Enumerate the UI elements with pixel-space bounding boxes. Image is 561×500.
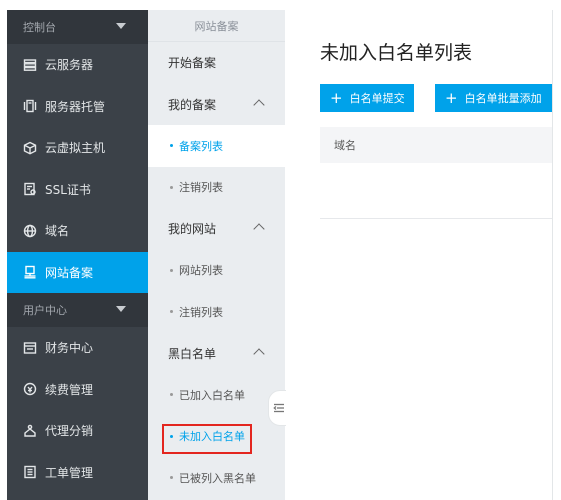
sidebar-item-label: 续费管理 bbox=[45, 382, 94, 397]
submenu-label: 注销列表 bbox=[179, 305, 223, 319]
submenu-group-my-filing[interactable]: 我的备案 bbox=[148, 84, 285, 126]
chevron-up-icon bbox=[253, 223, 265, 235]
submenu-item-filing-list[interactable]: 备案列表 bbox=[148, 125, 285, 167]
collapse-menu-icon bbox=[273, 403, 284, 413]
table-header-row: 域名 bbox=[320, 127, 552, 163]
submenu-label: 已加入白名单 bbox=[179, 388, 245, 402]
sidebar-item-label: 财务中心 bbox=[45, 341, 94, 356]
sidebar-item-ssl[interactable]: SSL证书 bbox=[7, 169, 148, 211]
server-hosting-icon bbox=[23, 99, 37, 113]
sidebar-item-label: 工单管理 bbox=[45, 465, 94, 480]
caret-down-icon bbox=[116, 306, 126, 312]
agent-icon bbox=[23, 424, 37, 438]
submenu-label: 网站列表 bbox=[179, 264, 223, 278]
main-sidebar: 控制台 云服务器 服务器托管 云虚拟主机 SSL证书 域名 网站备案 用户中心 … bbox=[7, 10, 148, 500]
sidebar-item-label: SSL证书 bbox=[45, 182, 91, 197]
submenu-label: 备案列表 bbox=[179, 139, 223, 153]
submenu-group-my-site[interactable]: 我的网站 bbox=[148, 208, 285, 250]
plus-icon: + bbox=[445, 88, 458, 107]
sidebar-item-cloud-server[interactable]: 云服务器 bbox=[7, 44, 148, 86]
filing-icon bbox=[23, 265, 37, 279]
sidebar-item-virtual-host[interactable]: 云虚拟主机 bbox=[7, 127, 148, 169]
globe-icon bbox=[23, 224, 37, 238]
sidebar-section-label: 控制台 bbox=[23, 21, 56, 34]
button-label: 白名单提交 bbox=[349, 92, 405, 105]
submenu-label: 未加入白名单 bbox=[179, 430, 245, 444]
sidebar-item-label: 域名 bbox=[45, 224, 70, 239]
certificate-icon bbox=[23, 182, 37, 196]
submenu-item-not-added-whitelist[interactable]: 未加入白名单 bbox=[148, 416, 285, 458]
bullet-icon bbox=[170, 144, 173, 148]
caret-down-icon bbox=[116, 23, 126, 29]
submenu-item-site-cancel-list[interactable]: 注销列表 bbox=[148, 291, 285, 333]
server-list-icon bbox=[23, 58, 37, 72]
chevron-up-icon bbox=[253, 98, 265, 111]
bullet-icon bbox=[170, 476, 173, 480]
button-label: 白名单批量添加 bbox=[464, 92, 542, 105]
bullet-icon bbox=[170, 310, 173, 314]
sidebar-item-label: 网站备案 bbox=[45, 265, 94, 280]
chevron-up-icon bbox=[253, 347, 265, 360]
table-header-domain: 域名 bbox=[334, 139, 356, 152]
sidebar-item-finance[interactable]: 财务中心 bbox=[7, 327, 148, 369]
sidebar-section-console[interactable]: 控制台 bbox=[7, 10, 148, 44]
sidebar-item-label: 服务器托管 bbox=[45, 99, 106, 114]
submenu-item-filing-cancel-list[interactable]: 注销列表 bbox=[148, 167, 285, 209]
cube-icon bbox=[23, 141, 37, 155]
renewal-icon bbox=[23, 382, 37, 396]
sidebar-item-renewal[interactable]: 续费管理 bbox=[7, 369, 148, 411]
right-divider bbox=[552, 10, 553, 500]
submenu-group-black-white-list[interactable]: 黑白名单 bbox=[148, 333, 285, 375]
whitelist-submit-button[interactable]: + 白名单提交 bbox=[320, 84, 414, 112]
submenu-label: 我的备案 bbox=[168, 97, 217, 112]
bullet-icon bbox=[170, 185, 173, 189]
bullet-icon bbox=[170, 434, 173, 438]
submenu-item-added-whitelist[interactable]: 已加入白名单 bbox=[148, 374, 285, 416]
submenu-item-blacklisted[interactable]: 已被列入黑名单 bbox=[148, 457, 285, 499]
table-empty-body bbox=[320, 163, 552, 219]
whitelist-batch-add-button[interactable]: + 白名单批量添加 bbox=[435, 84, 552, 112]
sidebar-item-website-filing[interactable]: 网站备案 bbox=[7, 251, 148, 293]
sidebar-item-label: 代理分销 bbox=[45, 424, 94, 439]
page-title: 未加入白名单列表 bbox=[320, 42, 473, 64]
submenu-title: 网站备案 bbox=[148, 10, 285, 42]
finance-icon bbox=[23, 341, 37, 355]
bullet-icon bbox=[170, 393, 173, 397]
sidebar-section-label: 用户中心 bbox=[23, 304, 67, 317]
sidebar-item-domain[interactable]: 域名 bbox=[7, 210, 148, 252]
sidebar-item-ticket[interactable]: 工单管理 bbox=[7, 452, 148, 494]
filing-submenu: 网站备案 开始备案 我的备案 备案列表 注销列表 我的网站 网站列表 注销列表 … bbox=[148, 10, 285, 500]
submenu-start-filing[interactable]: 开始备案 bbox=[148, 42, 285, 84]
bullet-icon bbox=[170, 268, 173, 272]
submenu-label: 黑白名单 bbox=[168, 346, 217, 361]
submenu-label: 已被列入黑名单 bbox=[179, 471, 256, 485]
main-content: 未加入白名单列表 + 白名单提交 + 白名单批量添加 域名 bbox=[286, 10, 552, 500]
ticket-icon bbox=[23, 465, 37, 479]
submenu-label: 注销列表 bbox=[179, 181, 223, 195]
sidebar-item-label: 云虚拟主机 bbox=[45, 141, 106, 156]
plus-icon: + bbox=[330, 88, 343, 107]
submenu-item-site-list[interactable]: 网站列表 bbox=[148, 250, 285, 292]
sidebar-item-agent[interactable]: 代理分销 bbox=[7, 410, 148, 452]
sidebar-item-label: 云服务器 bbox=[45, 58, 94, 73]
submenu-label: 我的网站 bbox=[168, 222, 217, 237]
submenu-label: 开始备案 bbox=[168, 56, 217, 71]
sidebar-section-user-center[interactable]: 用户中心 bbox=[7, 293, 148, 327]
sidebar-item-server-hosting[interactable]: 服务器托管 bbox=[7, 86, 148, 128]
